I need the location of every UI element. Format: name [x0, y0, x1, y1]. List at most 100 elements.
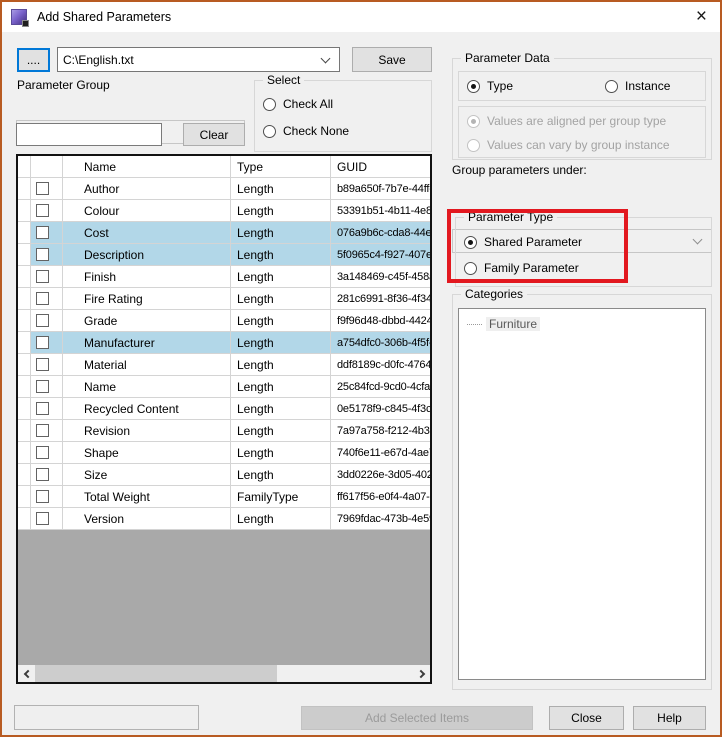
- table-row[interactable]: Finish Length 3a148469-c45f-458a: [18, 266, 430, 288]
- row-checkbox[interactable]: [36, 248, 49, 261]
- parameter-type-label: Parameter Type: [464, 210, 557, 224]
- table-body: Author Length b89a650f-7b7e-44ff-8 Colou…: [18, 178, 430, 530]
- add-selected-items-button: Add Selected Items: [301, 706, 533, 730]
- cell-name: Recycled Content: [63, 398, 231, 419]
- type-radio[interactable]: Type: [467, 78, 513, 94]
- radio-icon[interactable]: [467, 80, 480, 93]
- cell-guid: 53391b51-4b11-4e8a: [331, 200, 430, 221]
- table-row[interactable]: Author Length b89a650f-7b7e-44ff-8: [18, 178, 430, 200]
- row-checkbox[interactable]: [36, 226, 49, 239]
- row-checkbox-cell: [31, 398, 63, 419]
- instance-radio[interactable]: Instance: [605, 78, 670, 94]
- table-row[interactable]: Total Weight FamilyType ff617f56-e0f4-4a…: [18, 486, 430, 508]
- file-path-combobox[interactable]: C:\English.txt: [57, 47, 340, 72]
- table-row[interactable]: Shape Length 740f6e11-e67d-4ae7: [18, 442, 430, 464]
- horizontal-scrollbar[interactable]: [18, 665, 430, 682]
- parameter-table: Name Type GUID Author Length b89a650f-7b…: [16, 154, 432, 684]
- cell-name: Author: [63, 178, 231, 199]
- tree-branch-icon: [467, 324, 482, 325]
- add-shared-parameters-dialog: Add Shared Parameters × .... C:\English.…: [0, 0, 722, 737]
- row-checkbox-cell: [31, 508, 63, 529]
- footer-left-button: [14, 705, 199, 730]
- radio-icon[interactable]: [464, 262, 477, 275]
- row-checkbox[interactable]: [36, 292, 49, 305]
- row-checkbox[interactable]: [36, 424, 49, 437]
- table-row[interactable]: Material Length ddf8189c-d0fc-4764-: [18, 354, 430, 376]
- close-icon[interactable]: ×: [696, 4, 707, 30]
- row-checkbox-cell: [31, 222, 63, 243]
- browse-button[interactable]: ....: [17, 48, 50, 72]
- table-row[interactable]: Revision Length 7a97a758-f212-4b3d: [18, 420, 430, 442]
- close-button[interactable]: Close: [549, 706, 624, 730]
- table-row[interactable]: Version Length 7969fdac-473b-4e59: [18, 508, 430, 530]
- cell-name: Material: [63, 354, 231, 375]
- row-checkbox[interactable]: [36, 446, 49, 459]
- cell-name: Total Weight: [63, 486, 231, 507]
- categories-list: Furniture: [458, 308, 706, 680]
- cell-guid: 076a9b6c-cda8-44ea: [331, 222, 430, 243]
- radio-icon[interactable]: [605, 80, 618, 93]
- parameter-type-groupbox: Parameter Type Shared Parameter Family P…: [455, 217, 712, 287]
- table-row[interactable]: Colour Length 53391b51-4b11-4e8a: [18, 200, 430, 222]
- row-checkbox[interactable]: [36, 380, 49, 393]
- cell-name: Manufacturer: [63, 332, 231, 353]
- table-row[interactable]: Cost Length 076a9b6c-cda8-44ea: [18, 222, 430, 244]
- row-marker: [18, 244, 31, 265]
- type-instance-box: Type Instance: [458, 71, 706, 101]
- row-checkbox[interactable]: [36, 490, 49, 503]
- family-parameter-radio[interactable]: Family Parameter: [464, 260, 579, 276]
- filter-input[interactable]: [16, 123, 162, 146]
- row-marker: [18, 200, 31, 221]
- row-checkbox[interactable]: [36, 336, 49, 349]
- row-checkbox[interactable]: [36, 358, 49, 371]
- row-marker: [18, 288, 31, 309]
- row-marker: [18, 178, 31, 199]
- tree-item-furniture[interactable]: Furniture: [459, 309, 705, 331]
- check-none-radio[interactable]: Check None: [263, 123, 349, 139]
- row-checkbox[interactable]: [36, 402, 49, 415]
- categories-label: Categories: [461, 287, 527, 301]
- shared-parameter-radio[interactable]: Shared Parameter: [464, 234, 582, 250]
- cell-type: Length: [231, 222, 331, 243]
- header-checkbox-col: [31, 156, 63, 177]
- select-groupbox-label: Select: [263, 73, 304, 87]
- cell-type: Length: [231, 354, 331, 375]
- row-checkbox[interactable]: [36, 270, 49, 283]
- cell-name: Description: [63, 244, 231, 265]
- radio-icon[interactable]: [263, 98, 276, 111]
- table-row[interactable]: Description Length 5f0965c4-f927-407e-: [18, 244, 430, 266]
- row-checkbox-cell: [31, 266, 63, 287]
- row-checkbox[interactable]: [36, 512, 49, 525]
- row-checkbox-cell: [31, 200, 63, 221]
- save-button[interactable]: Save: [352, 47, 432, 72]
- row-checkbox[interactable]: [36, 204, 49, 217]
- row-checkbox[interactable]: [36, 182, 49, 195]
- table-row[interactable]: Size Length 3dd0226e-3d05-402a: [18, 464, 430, 486]
- scroll-left-icon[interactable]: [18, 665, 35, 682]
- scrollbar-thumb[interactable]: [35, 665, 277, 682]
- table-row[interactable]: Manufacturer Length a754dfc0-306b-4f5f-b: [18, 332, 430, 354]
- table-row[interactable]: Fire Rating Length 281c6991-8f36-4f34-: [18, 288, 430, 310]
- table-row[interactable]: Recycled Content Length 0e5178f9-c845-4f…: [18, 398, 430, 420]
- check-all-radio[interactable]: Check All: [263, 96, 333, 112]
- table-empty-area: [18, 530, 430, 665]
- clear-button[interactable]: Clear: [183, 123, 245, 146]
- table-row[interactable]: Name Length 25c84fcd-9cd0-4cfa-: [18, 376, 430, 398]
- row-checkbox[interactable]: [36, 314, 49, 327]
- cell-name: Finish: [63, 266, 231, 287]
- chevron-down-icon: [321, 53, 331, 63]
- row-checkbox-cell: [31, 332, 63, 353]
- radio-icon[interactable]: [263, 125, 276, 138]
- help-button[interactable]: Help: [633, 706, 706, 730]
- row-checkbox-cell: [31, 376, 63, 397]
- table-row[interactable]: Grade Length f9f96d48-dbbd-4424-: [18, 310, 430, 332]
- cell-guid: 7969fdac-473b-4e59: [331, 508, 430, 529]
- cell-guid: 281c6991-8f36-4f34-: [331, 288, 430, 309]
- row-checkbox[interactable]: [36, 468, 49, 481]
- row-checkbox-cell: [31, 244, 63, 265]
- radio-icon[interactable]: [464, 236, 477, 249]
- row-checkbox-cell: [31, 420, 63, 441]
- cell-name: Cost: [63, 222, 231, 243]
- cell-guid: ff617f56-e0f4-4a07-a: [331, 486, 430, 507]
- scroll-right-icon[interactable]: [413, 665, 430, 682]
